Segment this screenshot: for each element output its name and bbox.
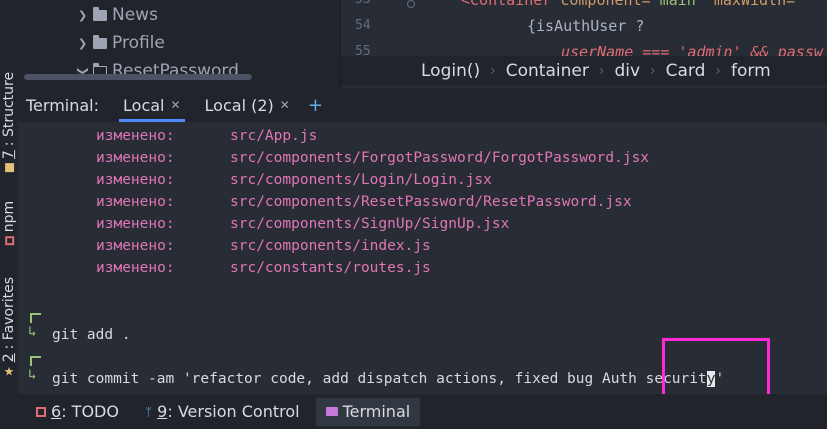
npm-tab-label: npm <box>1 200 17 233</box>
terminal-output[interactable]: изменено: src/App.js изменено: src/compone… <box>18 122 827 409</box>
modified-file-row: изменено: src/components/SignUp/SignUp.js… <box>96 216 509 238</box>
tab-local[interactable]: Local ✕ <box>111 88 193 122</box>
modified-file-path: src/components/SignUp/SignUp.jsx <box>230 216 510 232</box>
modified-label: изменено: <box>96 238 175 254</box>
modified-file-path: src/components/ForgotPassword/ForgotPass… <box>230 150 650 166</box>
terminal-tab-label: Terminal <box>342 402 411 421</box>
npm-icon <box>4 236 14 246</box>
tab-label: Local (2) <box>204 95 274 115</box>
favorites-tool-tab[interactable]: ★ 2 : Favorites <box>0 270 18 384</box>
breadcrumb-item[interactable]: Container <box>506 61 589 81</box>
breadcrumb-item[interactable]: form <box>731 61 771 81</box>
modified-file-row: изменено: src/App.js <box>96 128 317 150</box>
version-control-icon: ᛘ <box>144 404 153 419</box>
tab-local-2[interactable]: Local (2) ✕ <box>193 88 302 122</box>
terminal-command: git add . <box>52 327 131 343</box>
modified-file-path: src/constants/routes.js <box>230 260 431 276</box>
editor-gutter: 53 54 55 <box>341 0 413 59</box>
terminal-tab-bar: Terminal: Local ✕ Local (2) ✕ + <box>18 88 827 122</box>
bottom-tool-bar: 6: TODO ᛘ 9: Version Control Terminal <box>18 394 827 429</box>
modified-file-row: изменено: src/components/Login/Login.jsx <box>96 172 492 194</box>
folder-icon <box>93 6 107 21</box>
chevron-right-icon[interactable]: ❯ <box>78 9 88 22</box>
project-tree: ❯ News ❯ Profile ❯ ResetPassword <box>18 0 340 88</box>
code-line-53: <Container component="main" maxWidth= <box>461 0 796 9</box>
folder-icon <box>93 34 107 49</box>
line-number: 54 <box>355 18 371 33</box>
breadcrumb-item[interactable]: div <box>614 61 640 81</box>
modified-label: изменено: <box>96 150 175 166</box>
breadcrumb-separator-icon: › <box>490 63 496 79</box>
modified-file-path: src/App.js <box>230 128 318 144</box>
terminal-icon <box>325 407 338 416</box>
breadcrumb-separator-icon: › <box>650 63 656 79</box>
code-line-54: {isAuthUser ? <box>527 17 645 35</box>
modified-file-path: src/components/index.js <box>230 238 431 254</box>
terminal-title: Terminal: <box>26 95 100 115</box>
version-control-tab-label: : Version Control <box>167 402 300 421</box>
new-terminal-tab-button[interactable]: + <box>308 95 323 116</box>
version-control-tab-number: 9 <box>157 402 168 421</box>
modified-file-row: изменено: src/components/ForgotPassword/F… <box>96 150 649 172</box>
modified-file-path: src/components/ResetPassword/ResetPasswo… <box>230 194 632 210</box>
prompt-arrow-icon: ↳ <box>28 324 37 340</box>
structure-tab-label: : Structure <box>1 71 17 147</box>
todo-icon <box>36 406 46 417</box>
left-tool-strip: 7 : Structure npm ★ 2 : Favorites <box>0 0 18 429</box>
todo-tool-tab[interactable]: 6: TODO <box>26 398 129 426</box>
breadcrumb-separator-icon: › <box>598 63 605 79</box>
structure-tool-tab[interactable]: 7 : Structure <box>0 66 18 178</box>
breadcrumb-separator-icon: › <box>715 63 722 79</box>
favorites-tab-label: : Favorites <box>1 276 17 350</box>
prompt-arrow-icon: ↳ <box>28 367 37 383</box>
modified-file-row: изменено: src/components/ResetPassword/Re… <box>96 194 632 216</box>
tree-item-label: News <box>112 5 158 25</box>
todo-tab-label: : TODO <box>61 402 119 421</box>
tree-item-profile[interactable]: ❯ Profile <box>78 31 165 55</box>
modified-label: изменено: <box>96 260 175 276</box>
tree-item-label: Profile <box>112 33 165 53</box>
todo-tab-number: 6 <box>51 402 62 421</box>
modified-label: изменено: <box>96 172 175 188</box>
version-control-tool-tab[interactable]: ᛘ 9: Version Control <box>135 398 310 426</box>
line-number: 53 <box>355 0 371 7</box>
close-icon[interactable]: ✕ <box>170 98 180 112</box>
tab-label: Local <box>123 95 165 115</box>
structure-icon <box>4 163 14 173</box>
terminal-tool-tab[interactable]: Terminal <box>315 397 421 426</box>
modified-file-row: изменено: src/constants/routes.js <box>96 260 431 282</box>
modified-label: изменено: <box>96 194 175 210</box>
breadcrumb-item[interactable]: Login() <box>421 61 480 81</box>
tree-item-news[interactable]: ❯ News <box>78 3 158 27</box>
npm-tool-tab[interactable]: npm <box>0 190 18 256</box>
modified-file-path: src/components/Login/Login.jsx <box>230 172 492 188</box>
tree-scrollbar[interactable] <box>24 74 252 80</box>
breadcrumb-item[interactable]: Card <box>666 61 706 81</box>
terminal-command-input[interactable]: git commit -am 'refactor code, add dispa… <box>52 371 724 387</box>
code-editor[interactable]: 53 54 55 <Container component="main" max… <box>340 0 827 88</box>
star-icon: ★ <box>3 364 15 379</box>
structure-tab-number: 7 <box>1 150 17 160</box>
modified-label: изменено: <box>96 216 175 232</box>
modified-file-row: изменено: src/components/index.js <box>96 238 431 260</box>
chevron-right-icon[interactable]: ❯ <box>78 37 88 50</box>
modified-label: изменено: <box>96 128 175 144</box>
close-icon[interactable]: ✕ <box>280 98 290 112</box>
favorites-tab-number: 2 <box>1 353 17 363</box>
fold-marker-icon[interactable] <box>407 0 415 8</box>
breadcrumb: Login() › Container › div › Card › form <box>341 56 827 86</box>
